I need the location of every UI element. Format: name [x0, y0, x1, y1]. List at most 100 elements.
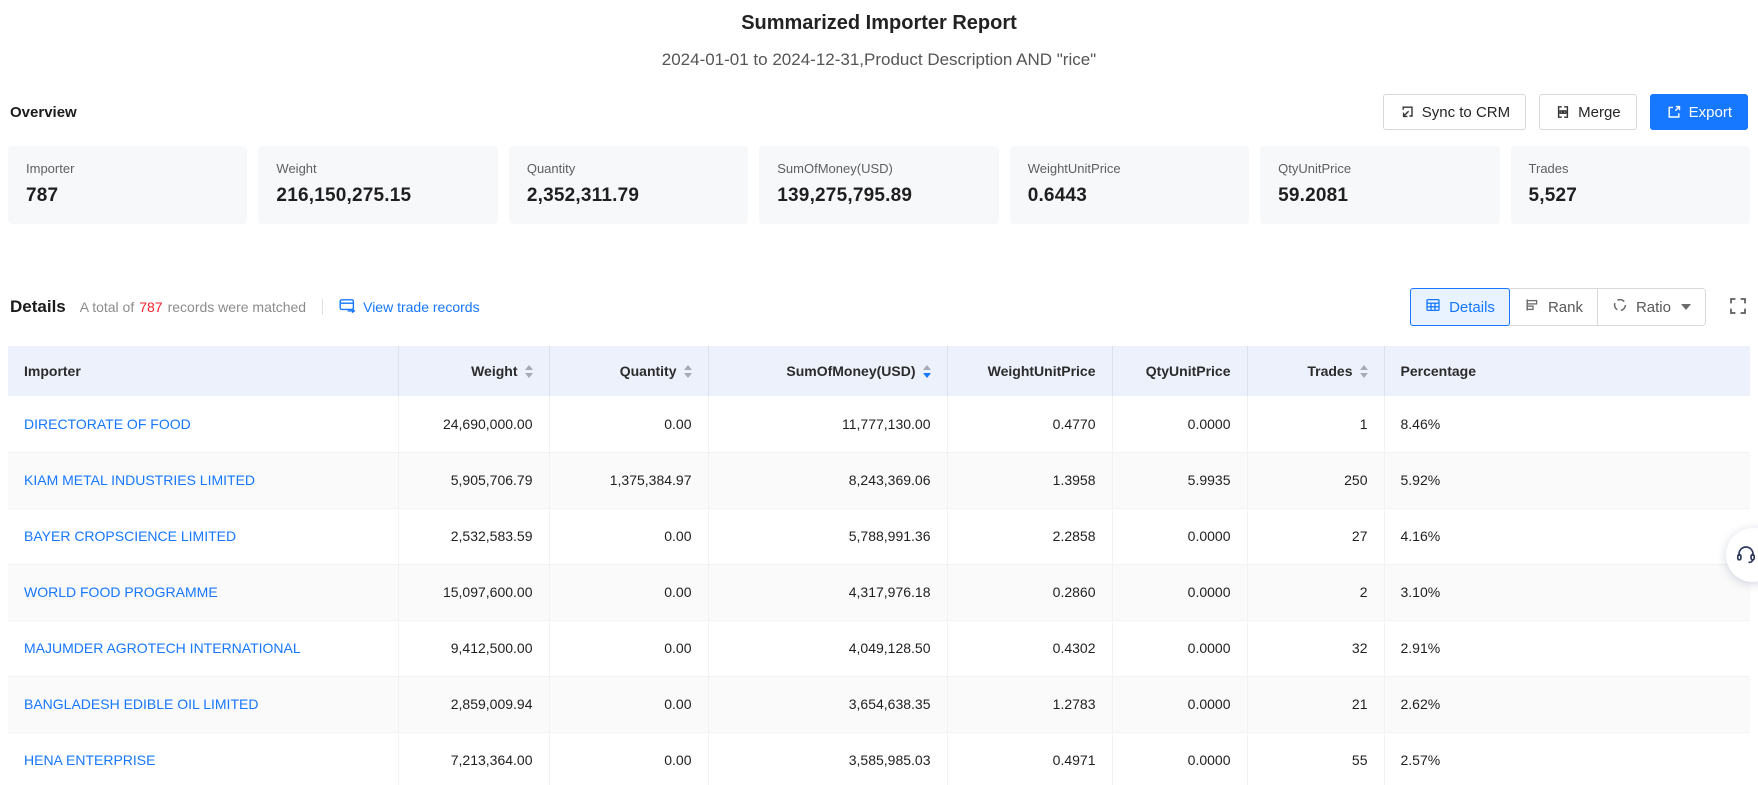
quantity-cell: 0.00 [549, 564, 708, 620]
quantity-cell: 0.00 [549, 732, 708, 785]
sum-of-money-cell: 5,788,991.36 [708, 508, 947, 564]
merge-button[interactable]: Merge [1539, 94, 1637, 130]
stat-card-quantity: Quantity 2,352,311.79 [509, 146, 748, 224]
overview-stats-row: Importer 787 Weight 216,150,275.15 Quant… [0, 146, 1758, 224]
col-header-sum-of-money[interactable]: SumOfMoney(USD) [708, 346, 947, 396]
importer-link[interactable]: KIAM METAL INDUSTRIES LIMITED [24, 472, 255, 488]
stat-label: Weight [276, 161, 479, 176]
weight-cell: 9,412,500.00 [398, 620, 549, 676]
stat-label: Quantity [527, 161, 730, 176]
sort-icon[interactable] [525, 365, 533, 378]
quantity-cell: 1,375,384.97 [549, 452, 708, 508]
tab-ratio[interactable]: Ratio [1598, 289, 1705, 325]
page-title: Summarized Importer Report [0, 10, 1758, 36]
view-trade-records-link[interactable]: View trade records [339, 298, 479, 316]
overview-actions: Sync to CRM Merge Export [1383, 94, 1748, 130]
importer-link[interactable]: BAYER CROPSCIENCE LIMITED [24, 528, 236, 544]
fullscreen-button[interactable] [1728, 296, 1748, 319]
col-label: SumOfMoney(USD) [786, 363, 915, 379]
weight-cell: 5,905,706.79 [398, 452, 549, 508]
export-icon [1666, 104, 1682, 120]
weight-unit-price-cell: 0.2860 [947, 564, 1112, 620]
qty-unit-price-cell: 0.0000 [1112, 732, 1247, 785]
quantity-cell: 0.00 [549, 620, 708, 676]
stat-label: SumOfMoney(USD) [777, 161, 980, 176]
table-row: BAYER CROPSCIENCE LIMITED 2,532,583.59 0… [8, 508, 1750, 564]
col-label: Importer [24, 363, 81, 379]
sync-to-crm-button[interactable]: Sync to CRM [1383, 94, 1526, 130]
trades-cell: 55 [1247, 732, 1384, 785]
col-header-importer: Importer [8, 346, 398, 396]
sort-icon-active-desc[interactable] [923, 365, 931, 378]
stat-value: 59.2081 [1278, 185, 1481, 207]
importer-link[interactable]: WORLD FOOD PROGRAMME [24, 584, 218, 600]
col-header-qty-unit-price: QtyUnitPrice [1112, 346, 1247, 396]
table-row: BANGLADESH EDIBLE OIL LIMITED 2,859,009.… [8, 676, 1750, 732]
weight-cell: 7,213,364.00 [398, 732, 549, 785]
matched-suffix: records were matched [168, 299, 307, 315]
export-button[interactable]: Export [1650, 94, 1748, 130]
trades-cell: 21 [1247, 676, 1384, 732]
col-header-trades[interactable]: Trades [1247, 346, 1384, 396]
importer-link[interactable]: MAJUMDER AGROTECH INTERNATIONAL [24, 640, 301, 656]
weight-cell: 2,532,583.59 [398, 508, 549, 564]
qty-unit-price-cell: 5.9935 [1112, 452, 1247, 508]
qty-unit-price-cell: 0.0000 [1112, 508, 1247, 564]
stat-label: Trades [1529, 161, 1732, 176]
weight-unit-price-cell: 0.4971 [947, 732, 1112, 785]
percentage-cell: 2.57% [1384, 732, 1750, 785]
weight-unit-price-cell: 1.2783 [947, 676, 1112, 732]
table-row: MAJUMDER AGROTECH INTERNATIONAL 9,412,50… [8, 620, 1750, 676]
quantity-cell: 0.00 [549, 676, 708, 732]
importer-link[interactable]: BANGLADESH EDIBLE OIL LIMITED [24, 696, 258, 712]
tab-details-label: Details [1449, 299, 1495, 316]
quantity-cell: 0.00 [549, 396, 708, 452]
percentage-cell: 5.92% [1384, 452, 1750, 508]
col-label: WeightUnitPrice [988, 363, 1096, 379]
stat-value: 139,275,795.89 [777, 185, 980, 207]
stat-value: 0.6443 [1028, 185, 1231, 207]
tab-rank-label: Rank [1548, 299, 1583, 316]
weight-cell: 24,690,000.00 [398, 396, 549, 452]
sort-icon[interactable] [684, 365, 692, 378]
details-heading: Details [10, 297, 66, 317]
tab-details[interactable]: Details [1410, 288, 1510, 326]
stat-value: 787 [26, 185, 229, 207]
col-header-quantity[interactable]: Quantity [549, 346, 708, 396]
percentage-cell: 4.16% [1384, 508, 1750, 564]
trades-cell: 250 [1247, 452, 1384, 508]
qty-unit-price-cell: 0.0000 [1112, 396, 1247, 452]
importer-link[interactable]: DIRECTORATE OF FOOD [24, 416, 191, 432]
stat-value: 216,150,275.15 [276, 185, 479, 207]
sum-of-money-cell: 3,585,985.03 [708, 732, 947, 785]
col-header-weight[interactable]: Weight [398, 346, 549, 396]
view-mode-switcher: Details Rank Ratio [1410, 288, 1706, 326]
tab-rank[interactable]: Rank [1510, 289, 1598, 325]
importer-table: Importer Weight Quantity SumOfMoney(USD)… [8, 346, 1750, 785]
merge-icon [1555, 104, 1571, 120]
overview-heading: Overview [10, 104, 77, 121]
sort-icon[interactable] [1360, 365, 1368, 378]
col-label: Percentage [1401, 363, 1476, 379]
col-label: Quantity [620, 363, 677, 379]
trades-cell: 2 [1247, 564, 1384, 620]
col-header-percentage: Percentage [1384, 346, 1750, 396]
sum-of-money-cell: 8,243,369.06 [708, 452, 947, 508]
importer-link[interactable]: HENA ENTERPRISE [24, 752, 155, 768]
sum-of-money-cell: 11,777,130.00 [708, 396, 947, 452]
col-label: Trades [1307, 363, 1352, 379]
sum-of-money-cell: 4,317,976.18 [708, 564, 947, 620]
stat-card-weight-unit-price: WeightUnitPrice 0.6443 [1010, 146, 1249, 224]
trade-records-icon [339, 298, 356, 316]
tab-ratio-label: Ratio [1636, 299, 1671, 316]
stat-card-importer: Importer 787 [8, 146, 247, 224]
merge-label: Merge [1578, 104, 1621, 121]
stat-label: QtyUnitPrice [1278, 161, 1481, 176]
bar-chart-icon [1524, 297, 1540, 317]
stat-card-weight: Weight 216,150,275.15 [258, 146, 497, 224]
export-label: Export [1689, 104, 1732, 121]
table-row: HENA ENTERPRISE 7,213,364.00 0.00 3,585,… [8, 732, 1750, 785]
stat-card-trades: Trades 5,527 [1511, 146, 1750, 224]
view-trade-records-label: View trade records [363, 299, 479, 315]
stat-card-qty-unit-price: QtyUnitPrice 59.2081 [1260, 146, 1499, 224]
